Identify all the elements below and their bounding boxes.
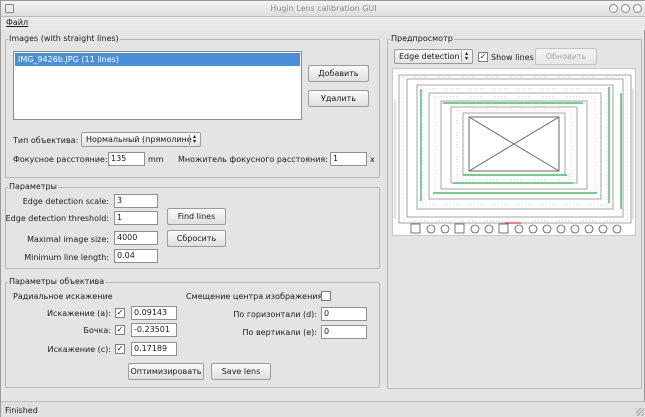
params-group-title: Параметры xyxy=(8,182,58,191)
barrel-checkbox[interactable]: ✓ xyxy=(115,325,125,335)
horizontal-d-field[interactable]: 0 xyxy=(321,307,367,321)
distortion-a-field[interactable]: 0.09143 xyxy=(131,306,177,320)
center-shift-checkbox[interactable] xyxy=(321,291,331,301)
title-bar: Hugin Lens calibration GUI xyxy=(1,1,645,17)
focal-length-label: Фокусное расстояние: xyxy=(13,155,108,164)
radial-distortion-title: Радиальное искажение xyxy=(13,292,113,301)
edge-threshold-label: Edge detection threshold: xyxy=(5,214,109,223)
list-item[interactable]: IMG_9426b.JPG (11 lines) xyxy=(15,53,300,66)
focal-length-unit: mm xyxy=(148,155,164,164)
show-lines-label: Show lines xyxy=(491,53,534,62)
distortion-c-field[interactable]: 0.17189 xyxy=(131,342,177,356)
maximize-button[interactable] xyxy=(621,4,630,13)
image-list[interactable]: IMG_9426b.JPG (11 lines) xyxy=(13,51,302,120)
vertical-e-label: По вертикали (e): xyxy=(242,328,317,337)
main-window: Hugin Lens calibration GUI Файл Images (… xyxy=(0,0,645,417)
remove-button[interactable]: Удалить xyxy=(308,90,369,107)
multiplier-field[interactable]: 1 xyxy=(330,152,367,166)
distortion-a-label: Искажение (a): xyxy=(47,309,111,318)
min-line-field[interactable]: 0.04 xyxy=(114,249,158,263)
center-shift-label: Смещение центра изображения xyxy=(186,292,323,301)
lens-type-value: Нормальный (прямолине xyxy=(86,135,192,144)
edge-scale-field[interactable]: 3 xyxy=(114,194,158,208)
preview-image xyxy=(392,68,636,236)
barrel-field[interactable]: -0.23501 xyxy=(131,323,177,337)
close-button[interactable] xyxy=(633,4,642,13)
edge-threshold-field[interactable]: 1 xyxy=(114,211,158,225)
chevron-updown-icon: ▴ ▾ xyxy=(189,134,199,145)
multiplier-unit: x xyxy=(370,155,375,164)
preview-mode-value: Edge detection xyxy=(399,52,460,61)
minimize-button[interactable] xyxy=(609,4,618,13)
distortion-c-label: Искажение (c): xyxy=(47,345,111,354)
multiplier-label: Множитель фокусного расстояния: xyxy=(178,155,328,164)
show-lines-checkbox[interactable]: ✓ xyxy=(478,52,488,62)
max-size-label: Maximal image size: xyxy=(27,235,109,244)
images-group-title: Images (with straight lines) xyxy=(8,34,120,43)
status-text: Finished xyxy=(5,406,38,415)
vertical-e-field[interactable]: 0 xyxy=(321,325,367,339)
chevron-updown-icon: ▴ ▾ xyxy=(461,51,471,62)
optimize-button[interactable]: Оптимизировать xyxy=(128,363,204,380)
preview-group-title: Предпросмотр xyxy=(390,34,454,43)
preview-mode-select[interactable]: Edge detection ▴ ▾ xyxy=(394,49,473,64)
lens-type-label: Тип объектива: xyxy=(13,136,79,145)
distortion-a-checkbox[interactable]: ✓ xyxy=(115,308,125,318)
reset-button[interactable]: Сбросить xyxy=(167,230,226,247)
save-lens-button[interactable]: Save lens xyxy=(211,363,271,380)
menu-file[interactable]: Файл xyxy=(6,18,28,27)
min-line-label: Minimum line length: xyxy=(24,253,109,262)
status-bar: Finished xyxy=(1,401,645,417)
focal-length-field[interactable]: 135 xyxy=(108,152,145,166)
lens-params-group-title: Параметры объектива xyxy=(8,277,106,286)
refresh-button[interactable]: Обновить xyxy=(535,48,597,65)
edge-scale-label: Edge detection scale: xyxy=(22,197,109,206)
max-size-field[interactable]: 4000 xyxy=(114,231,158,245)
barrel-label: Бочка: xyxy=(83,326,111,335)
add-button[interactable]: Добавить xyxy=(308,65,369,82)
horizontal-d-label: По горизонтали (d): xyxy=(233,310,317,319)
distortion-c-checkbox[interactable]: ✓ xyxy=(115,344,125,354)
resize-grip-icon[interactable] xyxy=(636,408,644,416)
edge-detection-image xyxy=(393,69,635,235)
window-title: Hugin Lens calibration GUI xyxy=(270,4,377,13)
lens-type-select[interactable]: Нормальный (прямолине ▴ ▾ xyxy=(81,132,201,147)
menu-bar: Файл xyxy=(1,17,645,30)
find-lines-button[interactable]: Find lines xyxy=(167,208,226,225)
